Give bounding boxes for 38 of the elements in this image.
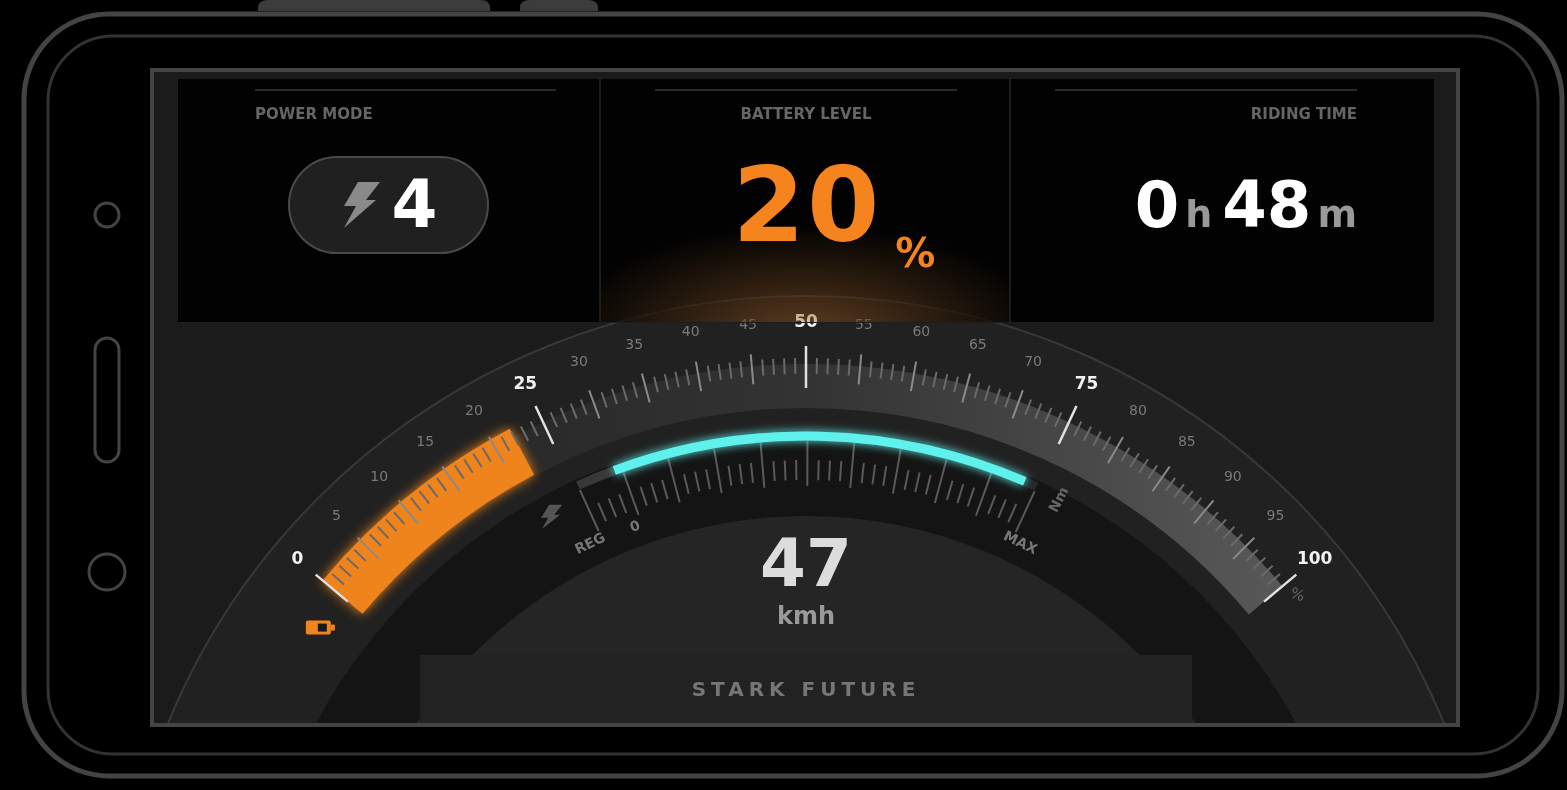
- scale-label: 5: [332, 507, 341, 524]
- scale-label: 100: [1296, 548, 1333, 569]
- time-value: 48: [1222, 172, 1312, 237]
- gauge-unit: %: [1287, 583, 1308, 606]
- scale-label: 20: [465, 401, 483, 418]
- scale-label: 80: [1129, 401, 1147, 418]
- regen-segment: [576, 466, 616, 490]
- time-unit: h: [1185, 191, 1213, 236]
- scale-label: 70: [1024, 353, 1042, 370]
- torque-unit: Nm: [1044, 484, 1072, 515]
- scale-label: 60: [912, 323, 931, 340]
- scale-label: 30: [570, 353, 588, 370]
- speed-unit: kmh: [776, 602, 836, 630]
- scale-label: 65: [968, 335, 987, 352]
- scale-label: 25: [513, 373, 538, 394]
- brand-logo: STARK FUTURE: [691, 676, 921, 701]
- time-unit: m: [1317, 191, 1357, 236]
- scale-label: 90: [1223, 468, 1242, 485]
- torque-scale-label: REG: [572, 528, 608, 558]
- front-camera: [93, 201, 121, 229]
- battery-unit: %: [895, 230, 936, 276]
- time-value: 0: [1134, 172, 1180, 237]
- speed-value: 47: [760, 525, 852, 603]
- scale-label: 35: [625, 335, 644, 352]
- torque-scale-label: 0: [627, 516, 643, 535]
- card-title: POWER MODE: [255, 105, 374, 123]
- scale-label: 95: [1266, 507, 1285, 524]
- scale-label: 75: [1074, 373, 1099, 394]
- lightning-icon: [541, 504, 563, 529]
- scale-label: 10: [370, 468, 389, 485]
- scale-label: 15: [416, 433, 435, 450]
- scale-label: 85: [1177, 433, 1196, 450]
- scale-label: 40: [681, 323, 700, 340]
- scale-label: 0: [291, 548, 304, 569]
- power-mode-value: 4: [391, 171, 438, 238]
- battery-value: 20: [732, 152, 882, 257]
- card-title: BATTERY LEVEL: [739, 105, 873, 123]
- card-title: RIDING TIME: [1249, 105, 1357, 123]
